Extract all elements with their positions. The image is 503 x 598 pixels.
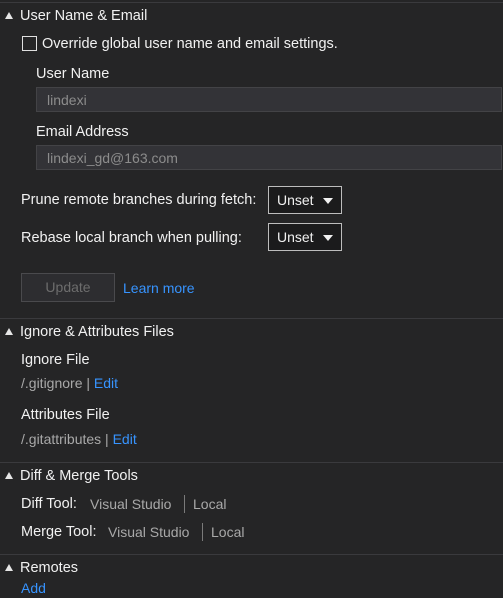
- user-name-field[interactable]: lindexi: [36, 87, 502, 112]
- prune-select[interactable]: Unset: [268, 186, 342, 214]
- section-title-diff: Diff & Merge Tools: [20, 468, 138, 484]
- vertical-separator: [184, 495, 185, 513]
- prune-label: Prune remote branches during fetch:: [21, 192, 257, 208]
- section-title-user: User Name & Email: [20, 8, 148, 24]
- vertical-separator: [202, 523, 203, 541]
- merge-tool-scope[interactable]: Local: [211, 524, 244, 540]
- rebase-label: Rebase local branch when pulling:: [21, 230, 242, 246]
- chevron-down-icon: [323, 198, 333, 204]
- diff-tool-label: Diff Tool:: [21, 496, 77, 512]
- prune-select-value: Unset: [277, 192, 314, 208]
- learn-more-link[interactable]: Learn more: [123, 280, 195, 296]
- diff-tool-value[interactable]: Visual Studio: [90, 496, 171, 512]
- merge-tool-value[interactable]: Visual Studio: [108, 524, 189, 540]
- ignore-file-path: /.gitignore: [21, 375, 83, 391]
- override-checkbox[interactable]: [22, 36, 37, 51]
- email-field[interactable]: lindexi_gd@163.com: [36, 145, 502, 170]
- attributes-file-path: /.gitattributes: [21, 431, 102, 447]
- attributes-file-label: Attributes File: [21, 407, 110, 423]
- pipe-separator: |: [86, 375, 94, 391]
- attributes-file-row: /.gitattributes | Edit: [21, 431, 137, 447]
- merge-tool-label: Merge Tool:: [21, 524, 97, 540]
- rebase-select-value: Unset: [277, 229, 314, 245]
- diff-tool-scope[interactable]: Local: [193, 496, 226, 512]
- ignore-file-label: Ignore File: [21, 352, 90, 368]
- chevron-down-icon: [323, 235, 333, 241]
- collapse-triangle-icon[interactable]: [5, 328, 13, 335]
- section-divider: [0, 462, 503, 463]
- pipe-separator: |: [105, 431, 113, 447]
- update-button[interactable]: Update: [21, 273, 115, 302]
- ignore-file-edit-link[interactable]: Edit: [94, 375, 118, 391]
- section-divider: [0, 318, 503, 319]
- collapse-triangle-icon[interactable]: [5, 12, 13, 19]
- collapse-triangle-icon[interactable]: [5, 472, 13, 479]
- email-label: Email Address: [36, 124, 129, 140]
- user-name-label: User Name: [36, 66, 110, 82]
- section-title-remotes: Remotes: [20, 560, 79, 576]
- attributes-file-edit-link[interactable]: Edit: [113, 431, 137, 447]
- ignore-file-row: /.gitignore | Edit: [21, 375, 118, 391]
- add-remote-link[interactable]: Add: [21, 580, 46, 596]
- git-repository-settings-panel: User Name & Email Override global user n…: [0, 0, 503, 598]
- rebase-select[interactable]: Unset: [268, 223, 342, 251]
- section-title-ignore: Ignore & Attributes Files: [20, 324, 174, 340]
- section-divider: [0, 554, 503, 555]
- top-divider: [0, 2, 503, 3]
- collapse-triangle-icon[interactable]: [5, 564, 13, 571]
- override-label[interactable]: Override global user name and email sett…: [42, 36, 338, 52]
